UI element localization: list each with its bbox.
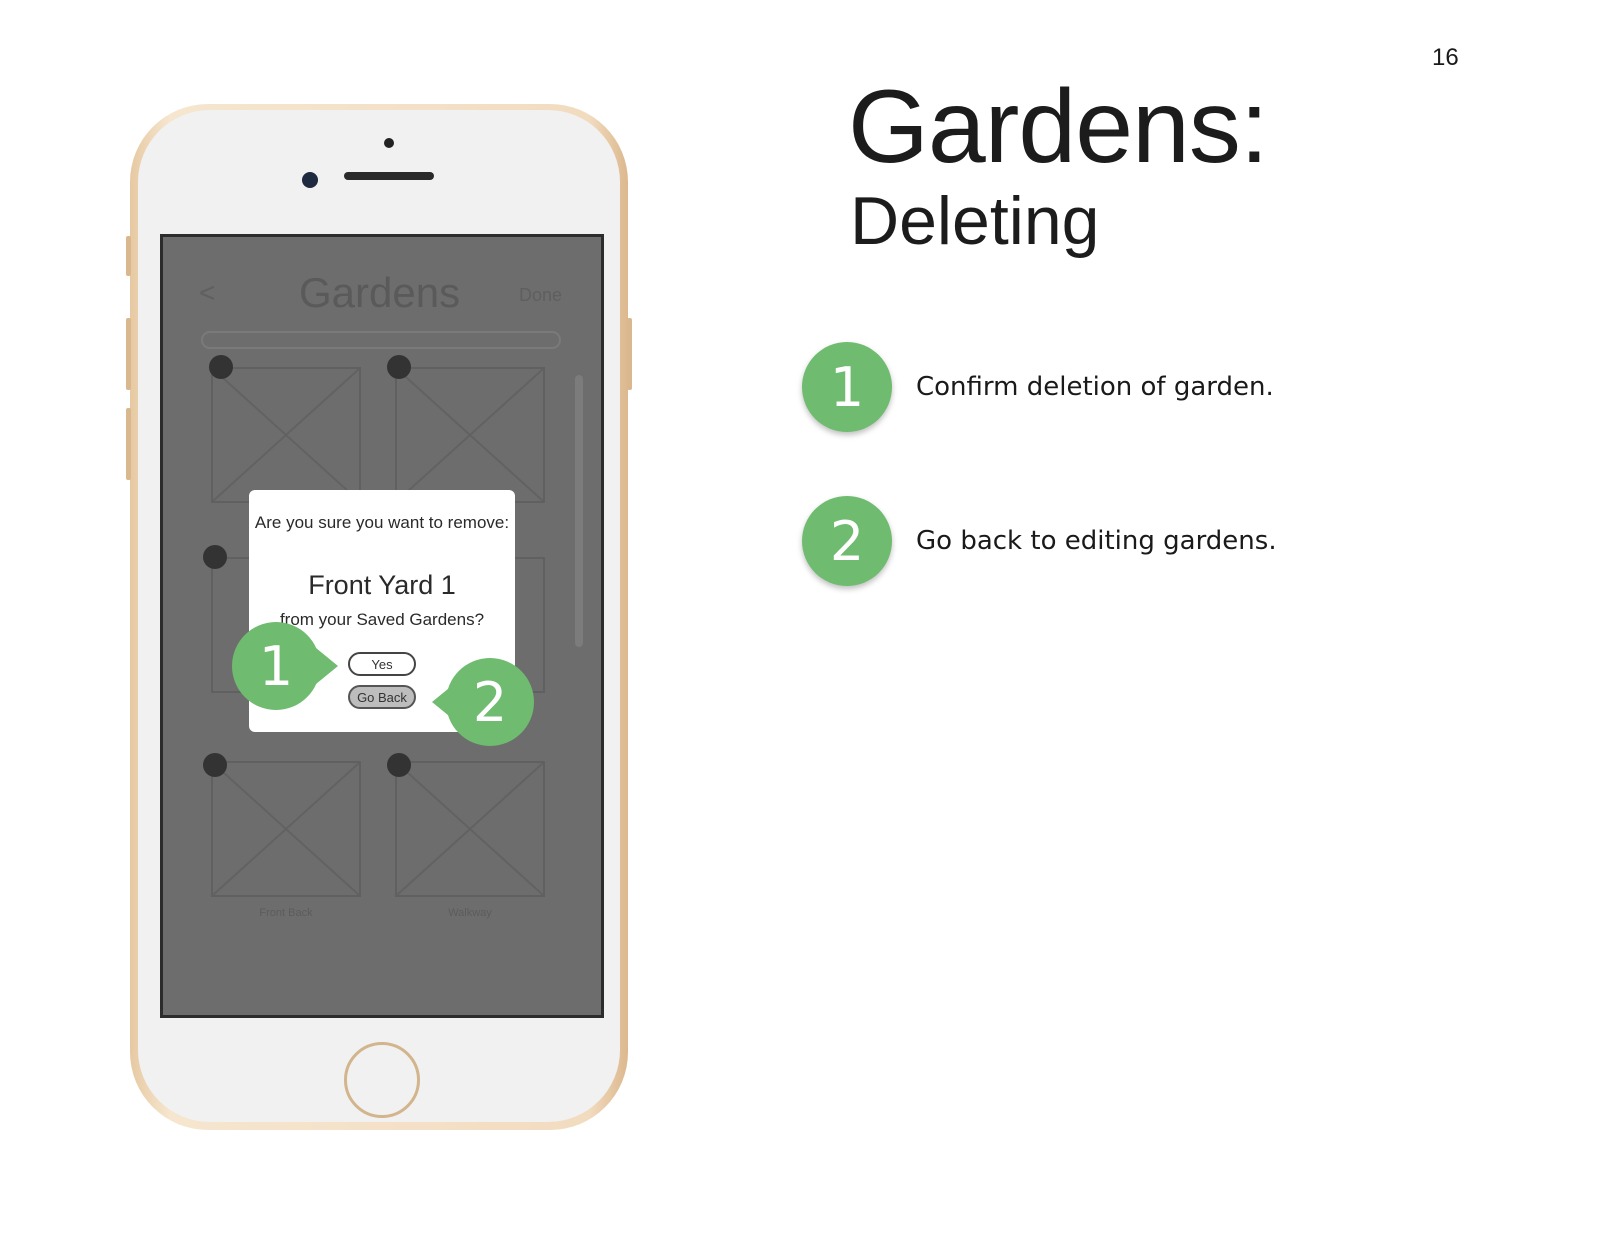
delete-dot-icon [209, 355, 233, 379]
back-chevron-icon: < [199, 277, 216, 308]
front-camera [302, 172, 318, 188]
callout-badge-2: 2 [446, 658, 534, 746]
delete-dot-icon [387, 753, 411, 777]
garden-card-label: Walkway [448, 907, 492, 919]
garden-card-placeholder [211, 761, 361, 897]
callout-badge-1: 1 [232, 622, 320, 710]
background-title: Gardens [299, 269, 461, 316]
legend-item-2: 2 Go back to editing gardens. [802, 496, 1277, 586]
garden-card-placeholder [395, 367, 545, 503]
garden-card-label: Front Back [259, 907, 313, 919]
home-button[interactable] [344, 1042, 420, 1118]
background-scrollbar [575, 375, 583, 647]
dialog-garden-name: Front Yard 1 [308, 570, 456, 600]
dialog-question: Are you sure you want to remove: [254, 513, 510, 532]
go-back-button[interactable]: Go Back [348, 685, 416, 709]
yes-button[interactable]: Yes [348, 652, 416, 676]
power-button [627, 318, 632, 390]
delete-dot-icon [387, 355, 411, 379]
background-search-bar [201, 331, 561, 349]
delete-dot-icon [203, 545, 227, 569]
background-done-label: Done [519, 285, 563, 305]
slide-title: Gardens: [848, 69, 1269, 185]
volume-down-button [126, 408, 131, 480]
legend-badge-1: 1 [802, 342, 892, 432]
garden-card-placeholder [211, 367, 361, 503]
earpiece-speaker [344, 172, 434, 180]
volume-up-button [126, 318, 131, 390]
mute-switch [126, 236, 131, 276]
slide-subtitle: Deleting [850, 183, 1100, 259]
legend-text-2: Go back to editing gardens. [916, 526, 1277, 556]
garden-card-placeholder [395, 761, 545, 897]
delete-dot-icon [203, 753, 227, 777]
legend-text-1: Confirm deletion of garden. [916, 372, 1274, 402]
legend-badge-2: 2 [802, 496, 892, 586]
proximity-sensor [384, 138, 394, 148]
page-number: 16 [1432, 44, 1459, 71]
legend-item-1: 1 Confirm deletion of garden. [802, 342, 1274, 432]
